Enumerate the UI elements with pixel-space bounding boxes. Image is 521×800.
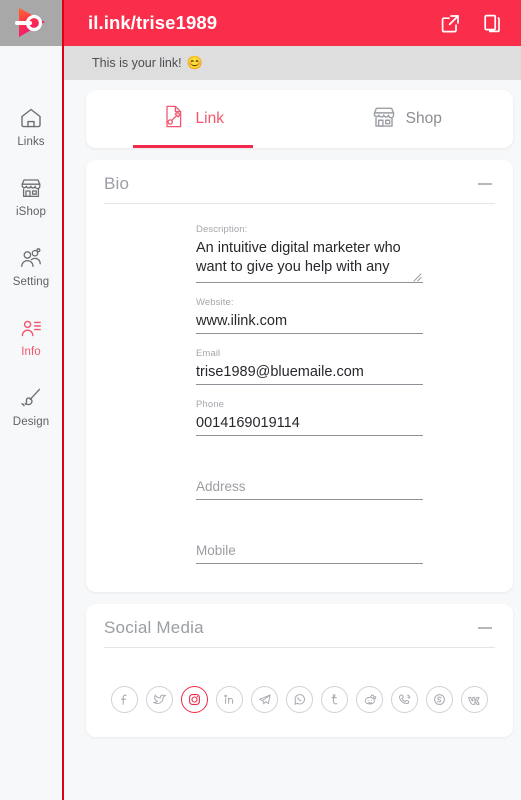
store-icon [371, 105, 397, 134]
sidebar-item-design[interactable]: Design [0, 372, 62, 442]
tab-link[interactable]: Link [86, 90, 300, 148]
field-label: Website: [196, 297, 234, 308]
copy-icon[interactable] [479, 10, 505, 36]
ilink-logo-icon[interactable] [11, 5, 51, 41]
facebook-icon[interactable] [111, 686, 138, 713]
phone-input[interactable] [196, 414, 423, 436]
vk-icon[interactable] [461, 686, 488, 713]
section-title: Social Media [104, 618, 204, 637]
field-address: Address [196, 478, 495, 500]
tab-shop[interactable]: Shop [300, 90, 514, 148]
sidebar-item-info[interactable]: Info [0, 302, 62, 372]
field-description: Description: [196, 224, 495, 283]
telegram-icon[interactable] [251, 686, 278, 713]
description-textarea[interactable] [196, 239, 423, 283]
bio-section: Bio Description: An intuitive digital ma… [86, 160, 513, 592]
whatsapp-icon[interactable] [286, 686, 313, 713]
sidebar: Links iShop Setting Info Design [0, 0, 64, 800]
reddit-icon[interactable] [356, 686, 383, 713]
link-page-icon [162, 103, 187, 135]
notice-text: This is your link! [92, 56, 182, 70]
brush-icon [19, 385, 43, 411]
bio-section-header: Bio [104, 160, 495, 204]
topbar-actions [437, 10, 505, 36]
main-pane: il.ink/trise1989 This is your link! 😊 Li… [64, 0, 521, 800]
skype-icon[interactable] [426, 686, 453, 713]
address-input[interactable] [196, 478, 423, 500]
field-phone: Phone [196, 399, 495, 436]
content-scroll-area[interactable]: Link Shop Bio Description: An intuitive … [64, 80, 521, 800]
page-title: il.ink/trise1989 [88, 12, 218, 33]
field-mobile: Mobile [196, 542, 495, 564]
store-icon [19, 175, 43, 201]
field-label: Description: [196, 224, 248, 235]
sidebar-item-label: Info [21, 346, 41, 358]
field-website: Website: [196, 297, 495, 334]
social-media-section: Social Media [86, 604, 513, 737]
sidebar-nav: Links iShop Setting Info Design [0, 46, 62, 442]
bio-fields: Description: Website: [86, 204, 513, 582]
logo-strip [0, 0, 62, 46]
sidebar-item-label: Design [12, 416, 50, 428]
social-media-section-header: Social Media [104, 604, 495, 648]
app-root: Links iShop Setting Info Design il.ink/t… [0, 0, 521, 800]
tumblr-icon[interactable] [321, 686, 348, 713]
sidebar-item-ishop[interactable]: iShop [0, 162, 62, 232]
topbar: il.ink/trise1989 [64, 0, 521, 46]
viber-icon[interactable] [391, 686, 418, 713]
mobile-input[interactable] [196, 542, 423, 564]
minus-icon[interactable] [475, 620, 495, 636]
sidebar-item-label: Links [17, 136, 45, 148]
tab-label: Shop [405, 110, 442, 127]
minus-icon[interactable] [475, 176, 495, 192]
tab-bar: Link Shop [86, 90, 513, 148]
tab-label: Link [195, 110, 224, 127]
field-label: Email [196, 348, 221, 359]
sidebar-item-setting[interactable]: Setting [0, 232, 62, 302]
instagram-icon[interactable] [181, 686, 208, 713]
home-icon [19, 105, 43, 131]
field-email: Email [196, 348, 495, 385]
sidebar-item-label: Setting [12, 276, 50, 288]
social-icon-row [86, 648, 513, 727]
open-external-icon[interactable] [437, 10, 463, 36]
twitter-icon[interactable] [146, 686, 173, 713]
users-icon [19, 245, 43, 271]
sidebar-item-label: iShop [16, 206, 46, 218]
linkedin-icon[interactable] [216, 686, 243, 713]
link-notice-bar: This is your link! 😊 [64, 46, 521, 80]
website-input[interactable] [196, 312, 423, 334]
field-label: Phone [196, 399, 224, 410]
section-title: Bio [104, 174, 130, 193]
smiley-icon: 😊 [186, 55, 203, 70]
sidebar-item-links[interactable]: Links [0, 92, 62, 162]
email-input[interactable] [196, 363, 423, 385]
id-card-icon [19, 315, 43, 341]
